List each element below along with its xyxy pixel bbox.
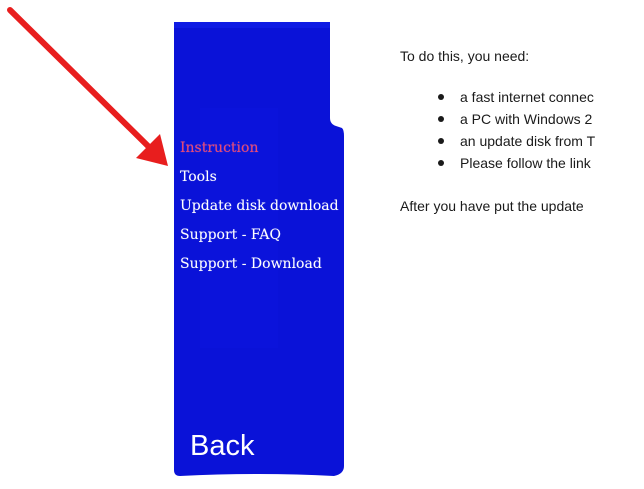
list-item: a fast internet connec	[400, 86, 644, 108]
requirement-text: Please follow the link	[460, 155, 591, 171]
list-item: Please follow the link	[400, 152, 644, 174]
outro-text: After you have put the update	[400, 198, 584, 214]
list-item: an update disk from T	[400, 130, 644, 152]
requirement-text: a PC with Windows 2	[460, 111, 593, 127]
bullet-icon	[438, 160, 444, 166]
bullet-icon	[438, 116, 444, 122]
main-content: To do this, you need: a fast internet co…	[400, 46, 644, 216]
intro-text: To do this, you need:	[400, 48, 530, 64]
bullet-icon	[438, 138, 444, 144]
list-item: a PC with Windows 2	[400, 108, 644, 130]
requirement-text: an update disk from T	[460, 133, 596, 149]
bullet-icon	[438, 94, 444, 100]
page: Instruction Tools Update disk download S…	[0, 0, 644, 489]
requirements-list: a fast internet connec a PC with Windows…	[400, 86, 644, 174]
requirement-text: a fast internet connec	[460, 89, 594, 105]
